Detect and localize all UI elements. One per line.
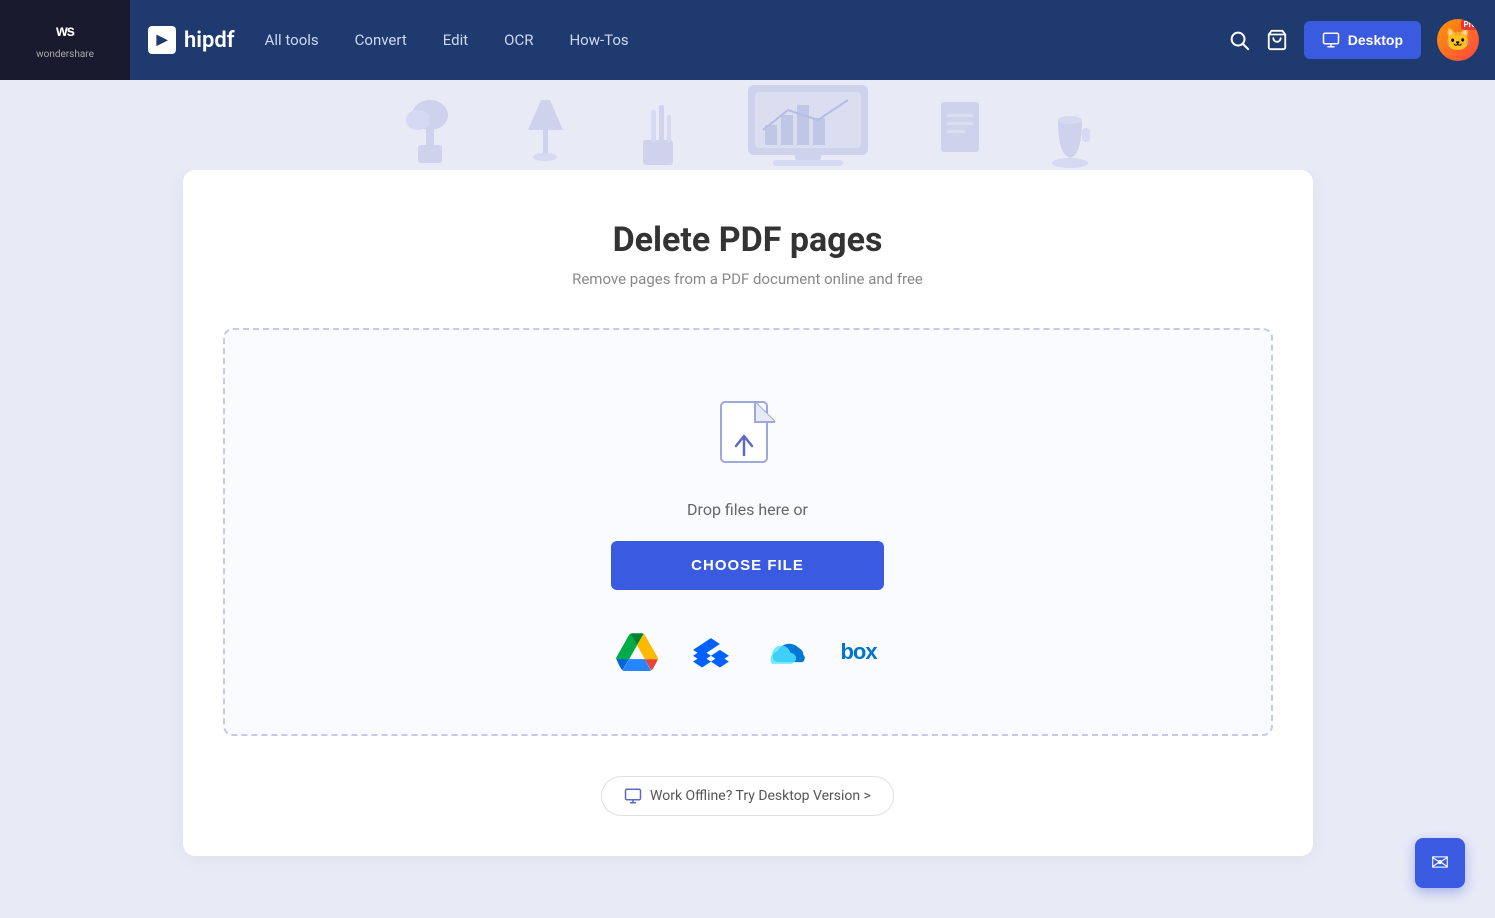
user-avatar[interactable]: 🐱 Pro bbox=[1437, 19, 1479, 61]
hipdf-logo[interactable]: ▶ hipdf bbox=[148, 26, 235, 54]
upload-file-icon bbox=[713, 400, 783, 480]
nav-actions: Desktop 🐱 Pro bbox=[1228, 19, 1479, 61]
document-illustration bbox=[933, 100, 988, 170]
hipdf-logo-square: ▶ bbox=[148, 26, 176, 54]
desktop-button[interactable]: Desktop bbox=[1304, 21, 1421, 59]
navbar: ʷˢ wondershare ▶ hipdf All tools Convert… bbox=[0, 0, 1495, 80]
chat-icon: ✉ bbox=[1431, 851, 1449, 876]
chat-button[interactable]: ✉ bbox=[1415, 838, 1465, 888]
hero-background bbox=[0, 80, 1495, 170]
wondershare-brand[interactable]: ʷˢ wondershare bbox=[0, 0, 130, 80]
nav-convert[interactable]: Convert bbox=[355, 27, 407, 53]
main-content: Delete PDF pages Remove pages from a PDF… bbox=[0, 170, 1495, 896]
search-button[interactable] bbox=[1228, 29, 1250, 51]
hipdf-logo-text: hipdf bbox=[184, 28, 235, 53]
desktop-btn-label: Desktop bbox=[1348, 32, 1403, 48]
offline-banner[interactable]: Work Offline? Try Desktop Version > bbox=[601, 776, 894, 816]
main-card: Delete PDF pages Remove pages from a PDF… bbox=[183, 170, 1313, 856]
nav-how-tos[interactable]: How-Tos bbox=[569, 27, 628, 53]
cloud-services: box bbox=[615, 630, 881, 674]
monitor-illustration bbox=[743, 80, 873, 170]
onedrive-icon[interactable] bbox=[763, 630, 807, 674]
nav-edit[interactable]: Edit bbox=[443, 27, 468, 53]
page-subtitle: Remove pages from a PDF document online … bbox=[223, 270, 1273, 288]
ws-brand-name: wondershare bbox=[36, 49, 94, 60]
nav-ocr[interactable]: OCR bbox=[504, 27, 533, 53]
box-icon[interactable]: box bbox=[837, 630, 881, 674]
box-logo-text: box bbox=[840, 639, 876, 665]
drop-zone[interactable]: Drop files here or CHOOSE FILE bbox=[223, 328, 1273, 736]
choose-file-button[interactable]: CHOOSE FILE bbox=[611, 541, 884, 590]
nav-all-tools[interactable]: All tools bbox=[265, 27, 319, 53]
desktop-offline-icon bbox=[624, 787, 642, 805]
offline-label: Work Offline? Try Desktop Version > bbox=[650, 788, 871, 804]
ws-logo-icon: ʷˢ bbox=[56, 21, 74, 47]
cup-illustration bbox=[1048, 100, 1093, 170]
cart-button[interactable] bbox=[1266, 29, 1288, 51]
page-title: Delete PDF pages bbox=[223, 220, 1273, 260]
dropbox-icon[interactable] bbox=[689, 630, 733, 674]
lamp-illustration bbox=[518, 90, 573, 170]
hero-illustrations bbox=[403, 80, 1093, 170]
main-nav: All tools Convert Edit OCR How-Tos bbox=[265, 27, 1228, 53]
pro-badge: Pro bbox=[1461, 19, 1479, 30]
google-drive-icon[interactable] bbox=[615, 630, 659, 674]
drop-text: Drop files here or bbox=[687, 500, 808, 519]
plant-illustration bbox=[403, 90, 458, 170]
pencils-illustration bbox=[633, 100, 683, 170]
